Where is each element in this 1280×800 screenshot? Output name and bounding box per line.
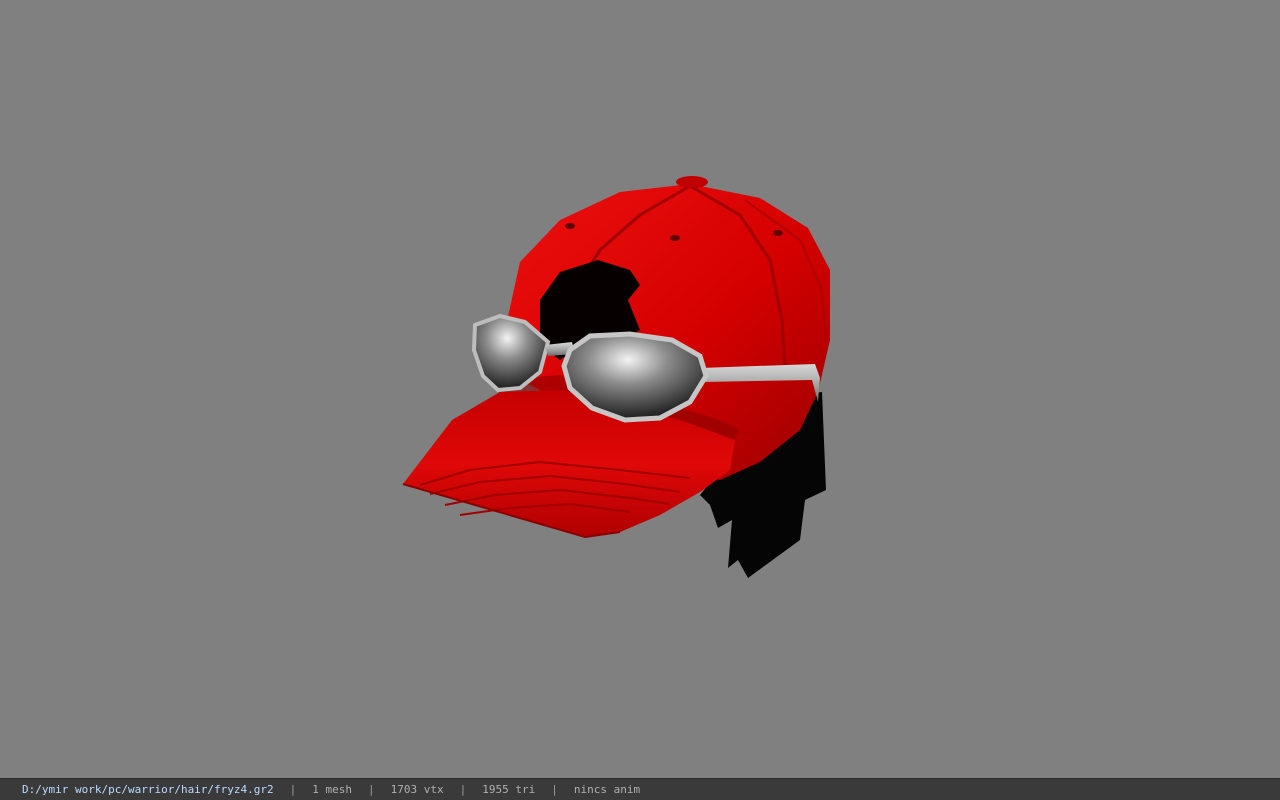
mesh-count: 1 mesh (312, 783, 353, 796)
status-separator: | (289, 783, 297, 796)
3d-viewport[interactable] (0, 0, 1280, 778)
status-bar: D:/ymir work/pc/warrior/hair/fryz4.gr2 |… (0, 778, 1280, 800)
animation-status: nincs anim (573, 783, 641, 796)
status-separator: | (551, 783, 558, 796)
status-separator: | (368, 783, 375, 796)
triangle-count: 1955 tri (482, 783, 536, 796)
model-render (402, 176, 830, 578)
vertex-count: 1703 vtx (390, 783, 444, 796)
file-path: D:/ymir work/pc/warrior/hair/fryz4.gr2 (22, 783, 274, 796)
status-separator: | (459, 783, 467, 796)
